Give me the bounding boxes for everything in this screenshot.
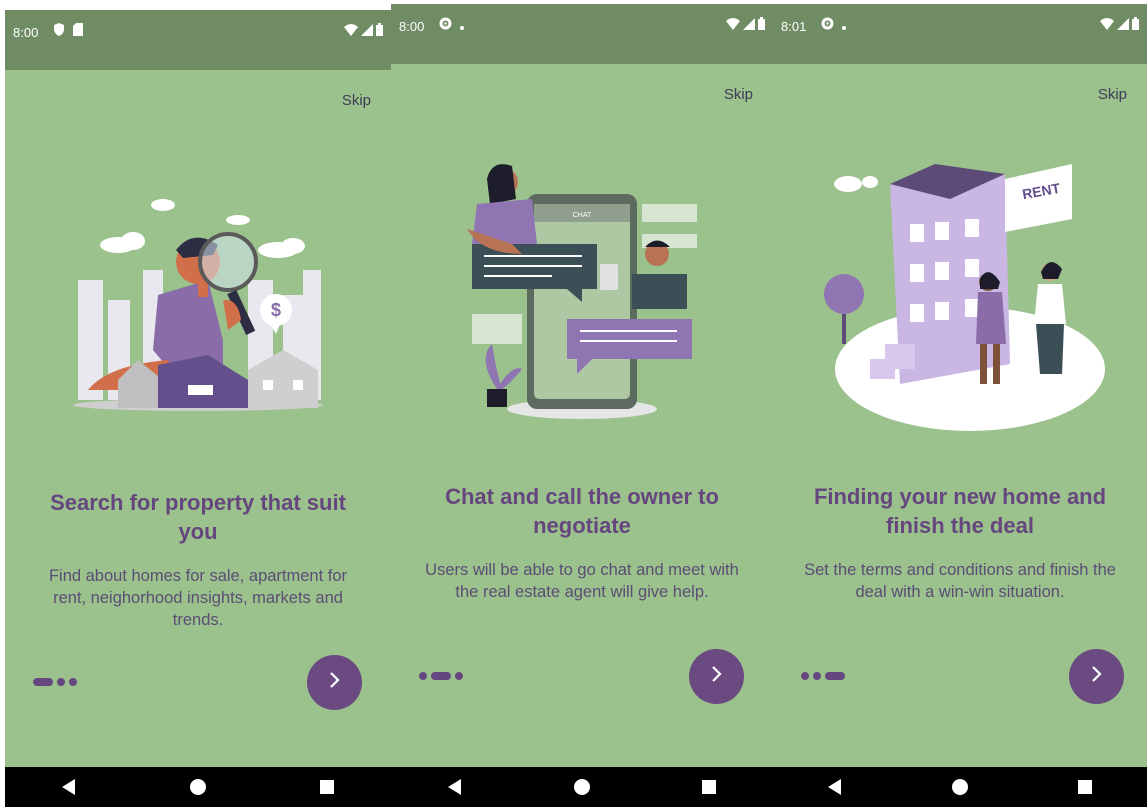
gear-icon xyxy=(821,17,834,33)
next-button[interactable] xyxy=(307,655,362,710)
status-bar: 8:00 xyxy=(5,10,391,70)
phone-header-text: CHAT xyxy=(573,212,592,219)
battery-icon xyxy=(376,23,383,39)
page-indicator-dot xyxy=(813,672,821,680)
shield-icon xyxy=(53,23,65,39)
onboarding-description: Users will be able to go chat and meet w… xyxy=(425,561,739,601)
onboarding-screen-2: 8:00 Skip CHAT Chat and call the owner t… xyxy=(391,4,773,807)
home-icon[interactable] xyxy=(940,772,980,802)
onboarding-description: Set the terms and conditions and finish … xyxy=(804,561,1116,601)
next-button[interactable] xyxy=(1069,649,1124,704)
page-indicator-dot xyxy=(419,672,427,680)
page-indicator-dot-active xyxy=(33,678,53,686)
sim-card-icon xyxy=(73,23,83,39)
onboarding-title: Finding your new home and finish the dea… xyxy=(813,484,1107,538)
onboarding-title: Chat and call the owner to negotiate xyxy=(445,484,719,538)
dot-icon xyxy=(460,18,464,33)
chevron-right-icon xyxy=(1090,665,1104,688)
signal-icon xyxy=(361,23,373,39)
back-icon[interactable] xyxy=(49,772,89,802)
onboarding-title: Search for property that suit you xyxy=(50,490,346,544)
dot-icon xyxy=(842,18,846,33)
battery-icon xyxy=(1132,17,1139,33)
skip-button[interactable]: Skip xyxy=(724,86,753,103)
page-indicator-dot-active xyxy=(431,672,451,680)
onboarding-screen-3: 8:01 Skip RENT Finding your new home and… xyxy=(773,4,1147,807)
page-indicator xyxy=(419,672,463,680)
status-time: 8:00 xyxy=(399,19,425,34)
skip-button[interactable]: Skip xyxy=(342,92,371,109)
page-indicator-dot xyxy=(69,678,77,686)
page-indicator xyxy=(33,678,77,686)
home-icon[interactable] xyxy=(562,772,602,802)
recents-icon[interactable] xyxy=(689,772,729,802)
chevron-right-icon xyxy=(710,665,724,688)
home-icon[interactable] xyxy=(178,772,218,802)
page-indicator-dot-active xyxy=(825,672,845,680)
status-bar: 8:00 xyxy=(391,4,773,64)
status-bar: 8:01 xyxy=(773,4,1147,64)
chat-negotiate-illustration: CHAT xyxy=(432,144,732,444)
recents-icon[interactable] xyxy=(1065,772,1105,802)
status-time: 8:00 xyxy=(13,25,39,40)
page-indicator xyxy=(801,672,845,680)
signal-icon xyxy=(743,17,755,33)
wifi-icon xyxy=(344,23,358,39)
wifi-icon xyxy=(1100,17,1114,33)
status-time: 8:01 xyxy=(781,19,807,34)
recents-icon[interactable] xyxy=(307,772,347,802)
svg-text:$: $ xyxy=(271,300,281,320)
navigation-bar xyxy=(773,767,1147,807)
gear-icon xyxy=(439,17,452,33)
battery-icon xyxy=(758,17,765,33)
page-indicator-dot xyxy=(57,678,65,686)
navigation-bar xyxy=(5,767,391,807)
page-indicator-dot xyxy=(455,672,463,680)
back-icon[interactable] xyxy=(435,772,475,802)
house-search-illustration: $ xyxy=(48,150,348,450)
skip-button[interactable]: Skip xyxy=(1098,86,1127,103)
rent-deal-illustration: RENT xyxy=(810,144,1110,444)
page-indicator-dot xyxy=(801,672,809,680)
signal-icon xyxy=(1117,17,1129,33)
back-icon[interactable] xyxy=(815,772,855,802)
wifi-icon xyxy=(726,17,740,33)
onboarding-description: Find about homes for sale, apartment for… xyxy=(48,567,348,629)
next-button[interactable] xyxy=(689,649,744,704)
onboarding-screen-1: 8:00 Skip $ Search for property that sui… xyxy=(5,10,391,807)
chevron-right-icon xyxy=(328,671,342,694)
navigation-bar xyxy=(391,767,773,807)
